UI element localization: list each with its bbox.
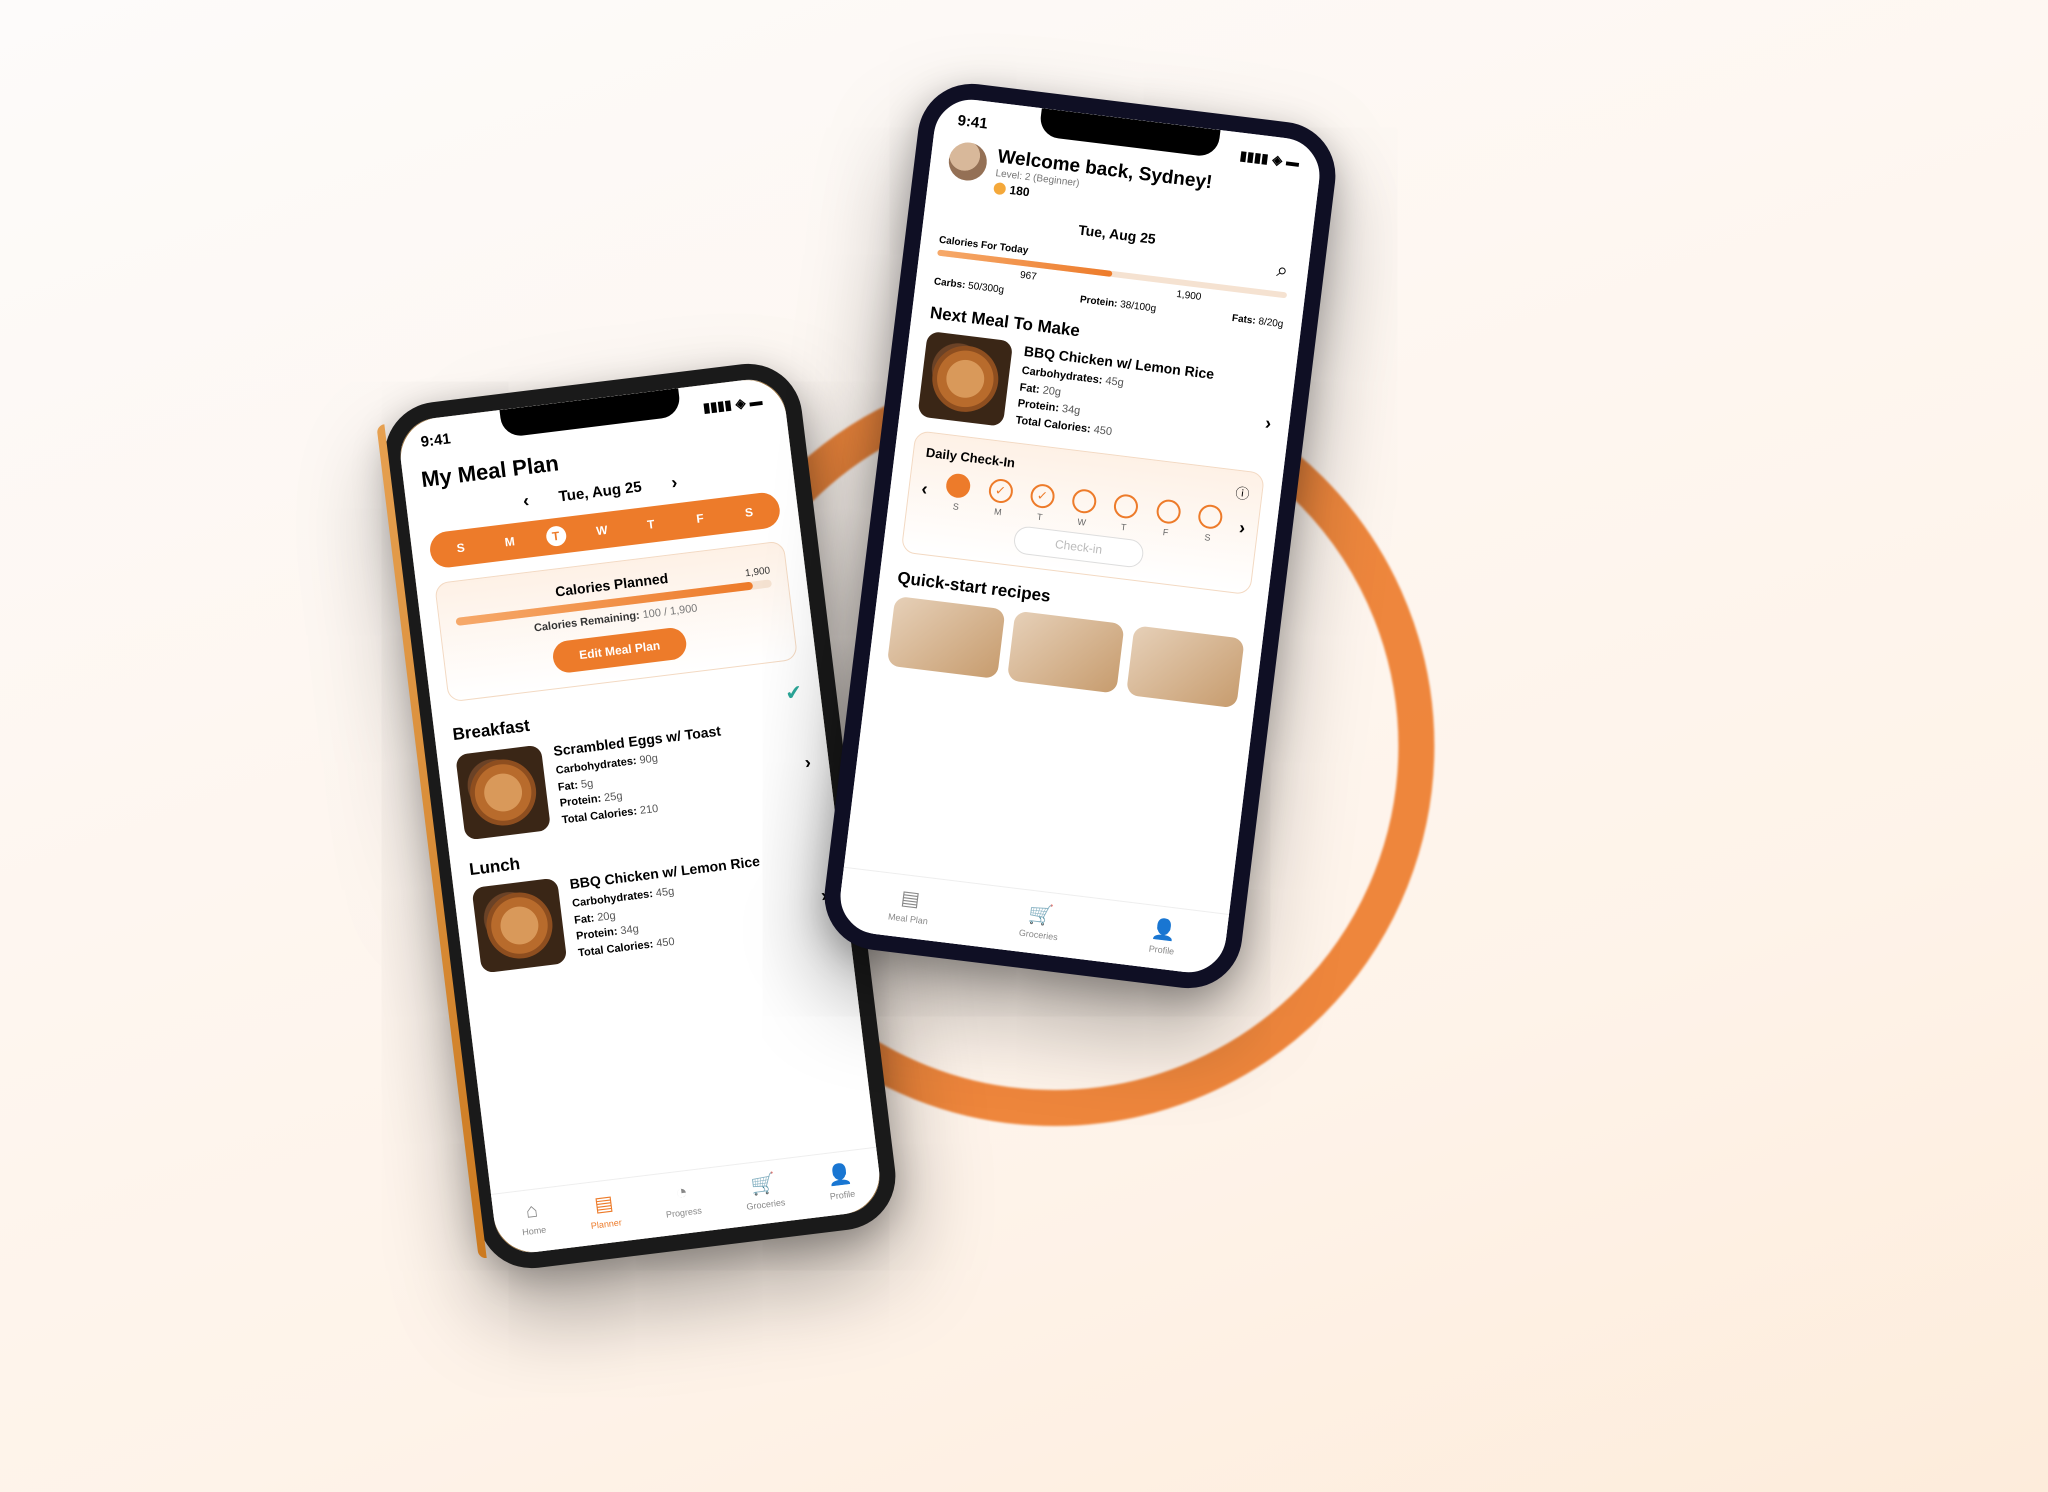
- day-tue[interactable]: T: [545, 525, 567, 547]
- cart-icon: 🛒: [1027, 901, 1055, 929]
- status-icons: ▮▮▮▮ ◈ ▬: [1239, 147, 1300, 171]
- quickstart-recipe-card[interactable]: [1007, 611, 1125, 694]
- checkin-next-button[interactable]: ›: [1238, 517, 1247, 539]
- checkin-dot-sat[interactable]: [1197, 503, 1224, 530]
- wifi-icon: ◈: [735, 395, 747, 412]
- checkin-dot-wed[interactable]: [1071, 488, 1098, 515]
- profile-icon: 👤: [826, 1161, 854, 1189]
- breakfast-heading: Breakfast: [451, 715, 530, 744]
- status-icons: ▮▮▮▮ ◈ ▬: [702, 392, 763, 416]
- breakfast-section: Breakfast ✔ Scrambled Eggs w/ Toast Carb…: [451, 679, 815, 840]
- prev-day-button[interactable]: ‹: [522, 490, 531, 512]
- lunch-image: [472, 878, 568, 974]
- day-thu[interactable]: T: [637, 513, 665, 536]
- next-day-button[interactable]: ›: [670, 472, 679, 494]
- quickstart-recipe-card[interactable]: [1126, 625, 1244, 708]
- progress-icon: ◔: [674, 1181, 689, 1205]
- daily-checkin-card: Daily Check-In ⓘ ‹ S ✓M ✓T W T F S › Che…: [901, 430, 1265, 595]
- coin-icon: [993, 182, 1006, 195]
- cart-icon: 🛒: [750, 1170, 778, 1198]
- tab-groceries[interactable]: 🛒Groceries: [1018, 900, 1061, 942]
- tab-progress[interactable]: ◔Progress: [662, 1180, 702, 1222]
- tab-mealplan[interactable]: ▤Meal Plan: [888, 884, 932, 927]
- bottom-tab-bar: ⌂Home ▤Planner ◔Progress 🛒Groceries 👤Pro…: [491, 1147, 884, 1257]
- edit-meal-plan-button[interactable]: Edit Meal Plan: [552, 626, 688, 674]
- tab-profile[interactable]: 👤Profile: [1148, 916, 1178, 957]
- day-fri[interactable]: F: [686, 507, 714, 530]
- checkin-dot-fri[interactable]: [1155, 498, 1182, 525]
- planner-icon: ▤: [593, 1190, 615, 1217]
- calories-target: 1,900: [1176, 289, 1202, 303]
- wifi-icon: ◈: [1271, 151, 1283, 168]
- battery-icon: ▬: [748, 393, 763, 409]
- tab-groceries[interactable]: 🛒Groceries: [743, 1169, 786, 1211]
- info-icon[interactable]: ⓘ: [1234, 483, 1250, 505]
- status-time: 9:41: [420, 430, 452, 451]
- checkin-dot-tue[interactable]: ✓: [1029, 483, 1056, 510]
- tab-planner[interactable]: ▤Planner: [587, 1190, 622, 1231]
- battery-icon: ▬: [1285, 153, 1300, 169]
- calories-planned-card: Calories Planned 1,900 Calories Remainin…: [434, 540, 798, 702]
- day-wed[interactable]: W: [588, 519, 616, 542]
- tab-home[interactable]: ⌂Home: [519, 1199, 547, 1240]
- day-sun[interactable]: S: [447, 536, 475, 559]
- checkin-dot-sun[interactable]: [945, 472, 972, 499]
- calories-max: 1,900: [745, 565, 771, 579]
- chevron-right-icon: ›: [803, 752, 812, 774]
- calories-current: 967: [1019, 270, 1037, 283]
- profile-icon: 👤: [1150, 916, 1178, 944]
- home-icon: ⌂: [524, 1199, 539, 1223]
- day-sat[interactable]: S: [735, 501, 763, 524]
- tab-profile[interactable]: 👤Profile: [826, 1161, 856, 1202]
- lunch-section: Lunch BBQ Chicken w/ Lemon Rice Carbohyd…: [468, 817, 831, 973]
- status-time: 9:41: [957, 112, 989, 133]
- checkin-prev-button[interactable]: ‹: [920, 478, 929, 500]
- mealplan-icon: ▤: [900, 885, 922, 912]
- user-avatar[interactable]: [947, 140, 989, 182]
- chevron-right-icon: ›: [1264, 413, 1273, 435]
- quickstart-recipe-card[interactable]: [887, 596, 1005, 679]
- checkin-dot-thu[interactable]: [1113, 493, 1140, 520]
- checkin-dot-mon[interactable]: ✓: [987, 478, 1014, 505]
- check-complete-icon: ✔: [784, 679, 804, 706]
- breakfast-image: [455, 745, 551, 841]
- lunch-heading: Lunch: [468, 854, 521, 880]
- signal-icon: ▮▮▮▮: [1239, 147, 1269, 166]
- signal-icon: ▮▮▮▮: [702, 396, 732, 415]
- current-date: Tue, Aug 25: [558, 478, 643, 505]
- day-mon[interactable]: M: [496, 530, 524, 553]
- next-meal-image: [917, 331, 1013, 427]
